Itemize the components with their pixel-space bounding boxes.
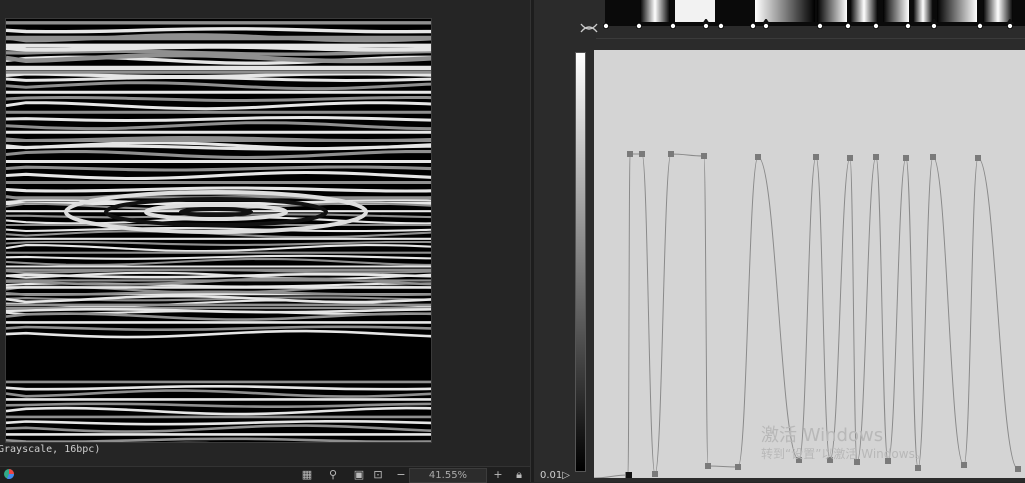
transform-icon[interactable]: ⊡ [371,468,385,481]
curve-control-point[interactable] [1015,466,1021,472]
curve-control-point[interactable] [701,153,707,159]
curve-control-point[interactable] [755,154,761,160]
curve-control-point[interactable] [915,465,921,471]
curve-selected-point[interactable] [626,472,632,478]
zoom-out-icon[interactable]: − [394,468,408,481]
zoom-in-icon[interactable]: + [491,468,505,481]
ramp-stops [603,18,1014,29]
watermark-title: 激活 Windows [761,425,884,446]
curve-control-point[interactable] [975,155,981,161]
curve-control-point[interactable] [627,151,633,157]
texture-preview[interactable] [5,18,432,443]
curve-control-point[interactable] [652,471,658,477]
gradient-ramp-icon[interactable] [579,20,599,36]
ramp-stop-handles[interactable] [598,18,1025,32]
lock-icon[interactable]: 🔒︎ [512,468,526,481]
activation-watermark: 激活 Windows 转到“设置”以激活 Windows。 [761,426,927,462]
curve-control-point[interactable] [873,154,879,160]
curve-min-label: 0.01▷ [540,470,570,481]
curve-control-point[interactable] [639,151,645,157]
curve-control-point[interactable] [735,464,741,470]
curve-control-point[interactable] [930,154,936,160]
zoom-level-field[interactable]: 41.55% [409,468,487,483]
pin-icon[interactable]: ⚲ [326,468,340,481]
curve-graph[interactable] [593,50,1025,479]
crop-icon[interactable]: ▣ [352,468,366,481]
color-wheel-icon[interactable] [2,468,16,481]
vertical-gradient-scale [575,52,586,472]
curve-control-point[interactable] [903,155,909,161]
grid-icon[interactable]: ▦ [300,468,314,481]
curve-control-point[interactable] [961,462,967,468]
curve-control-point[interactable] [705,463,711,469]
wood-grain-texture [6,21,431,442]
watermark-subtitle: 转到“设置”以激活 Windows。 [761,447,927,461]
separator [596,38,1025,39]
curve-plot [593,151,1021,479]
curve-control-point[interactable] [668,151,674,157]
color-mode-status: Grayscale, 16bpc) [0,444,101,455]
curve-control-point[interactable] [813,154,819,160]
curve-control-point[interactable] [847,155,853,161]
